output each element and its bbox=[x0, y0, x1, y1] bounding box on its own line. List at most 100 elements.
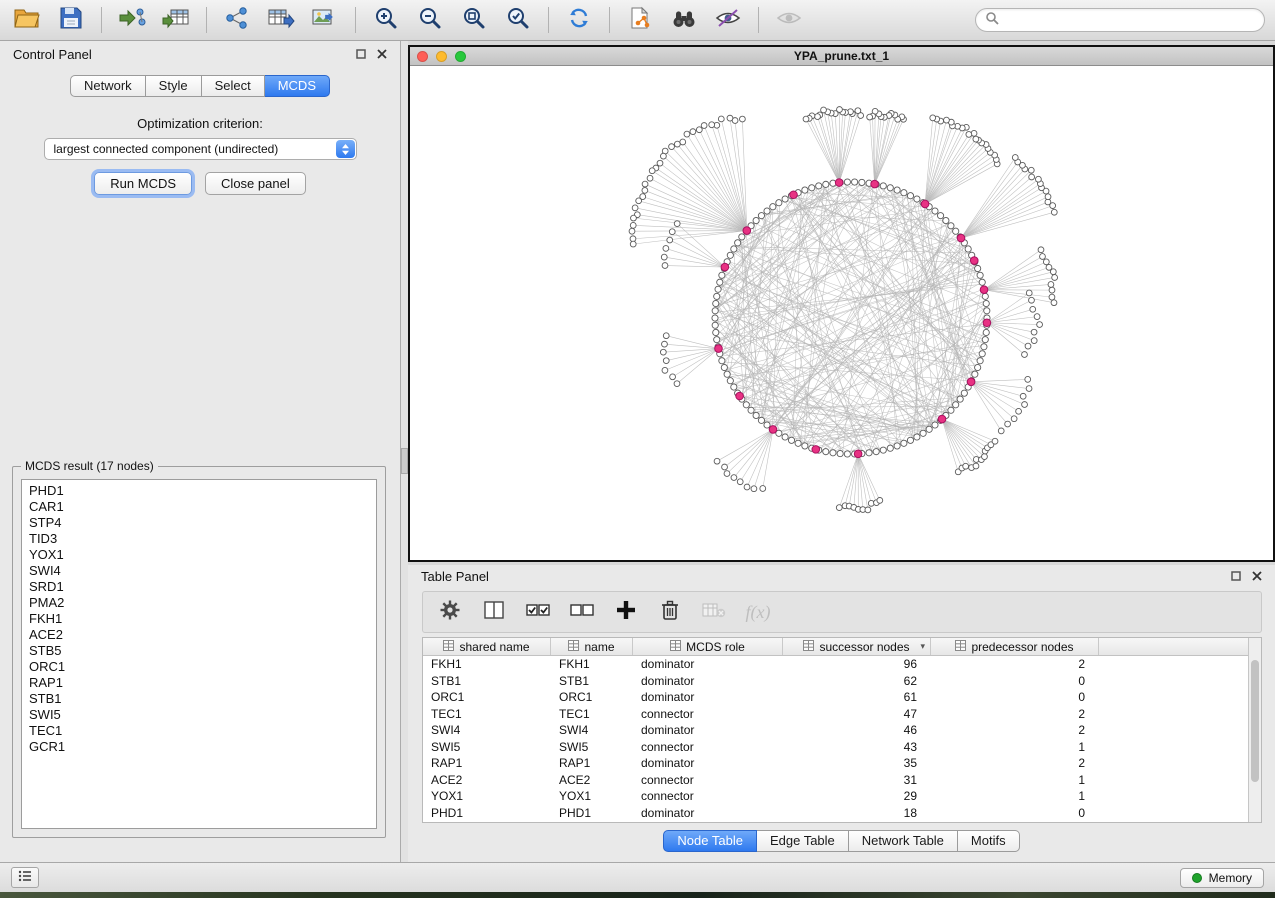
share-document-icon bbox=[628, 6, 652, 35]
table-row[interactable]: FKH1FKH1dominator962 bbox=[423, 656, 1261, 673]
criterion-dropdown[interactable]: largest connected component (undirected) bbox=[44, 138, 357, 160]
table-cell: ACE2 bbox=[423, 773, 551, 787]
save-session-button[interactable] bbox=[54, 4, 88, 36]
table-row[interactable]: YOX1YOX1connector291 bbox=[423, 788, 1261, 805]
search-input[interactable] bbox=[1005, 13, 1255, 27]
select-all-columns-button[interactable] bbox=[523, 597, 553, 627]
table-row[interactable]: RAP1RAP1dominator352 bbox=[423, 755, 1261, 772]
delete-column-button[interactable] bbox=[655, 597, 685, 627]
find-button[interactable] bbox=[667, 4, 701, 36]
mcds-result-item[interactable]: SWI5 bbox=[22, 707, 376, 723]
table-row[interactable]: SWI5SWI5connector431 bbox=[423, 739, 1261, 756]
table-cell: 1 bbox=[931, 773, 1099, 787]
mcds-result-item[interactable]: YOX1 bbox=[22, 547, 376, 563]
refresh-layout-button[interactable] bbox=[562, 4, 596, 36]
memory-button[interactable]: Memory bbox=[1180, 868, 1264, 888]
mcds-result-item[interactable]: SWI4 bbox=[22, 563, 376, 579]
tab-network[interactable]: Network bbox=[70, 75, 146, 97]
zoom-out-button[interactable] bbox=[413, 4, 447, 36]
import-network-button[interactable] bbox=[115, 4, 149, 36]
run-mcds-button[interactable]: Run MCDS bbox=[94, 172, 192, 195]
mcds-result-item[interactable]: CAR1 bbox=[22, 499, 376, 515]
close-panel-button[interactable]: Close panel bbox=[205, 172, 306, 195]
table-row[interactable]: TEC1TEC1connector472 bbox=[423, 706, 1261, 723]
table-cell: PHD1 bbox=[423, 806, 551, 820]
mcds-result-item[interactable]: STB1 bbox=[22, 691, 376, 707]
window-close-button[interactable] bbox=[417, 51, 428, 62]
float-panel-button[interactable] bbox=[356, 49, 366, 59]
column-menu-caret-icon[interactable]: ▾ bbox=[920, 641, 925, 652]
network-canvas[interactable] bbox=[410, 66, 1273, 558]
table-tab-network-table[interactable]: Network Table bbox=[849, 830, 958, 852]
function-builder-button[interactable]: f(x) bbox=[743, 597, 773, 627]
table-tab-edge-table[interactable]: Edge Table bbox=[757, 830, 849, 852]
network-window-titlebar[interactable]: YPA_prune.txt_1 bbox=[410, 47, 1273, 66]
node-table: shared namenameMCDS rolesuccessor nodes▾… bbox=[422, 637, 1262, 823]
mcds-result-item[interactable]: PMA2 bbox=[22, 595, 376, 611]
export-network-button[interactable] bbox=[220, 4, 254, 36]
unselect-all-columns-button[interactable] bbox=[567, 597, 597, 627]
mcds-result-item[interactable]: ORC1 bbox=[22, 659, 376, 675]
toggle-style-button[interactable] bbox=[711, 4, 745, 36]
mcds-result-title: MCDS result (17 nodes) bbox=[21, 459, 158, 473]
column-header-MCDS-role[interactable]: MCDS role bbox=[633, 638, 783, 655]
tab-mcds[interactable]: MCDS bbox=[265, 75, 330, 97]
table-cell: dominator bbox=[633, 806, 783, 820]
table-row[interactable]: STB1STB1dominator620 bbox=[423, 673, 1261, 690]
table-row[interactable]: SWI4SWI4dominator462 bbox=[423, 722, 1261, 739]
close-panel-icon-button[interactable] bbox=[377, 49, 387, 59]
window-minimize-button[interactable] bbox=[436, 51, 447, 62]
zoom-in-button[interactable] bbox=[369, 4, 403, 36]
column-header-shared-name[interactable]: shared name bbox=[423, 638, 551, 655]
toolbar-separator bbox=[101, 7, 102, 33]
show-columns-button[interactable] bbox=[479, 597, 509, 627]
zoom-fit-button[interactable] bbox=[457, 4, 491, 36]
column-header-successor-nodes[interactable]: successor nodes▾ bbox=[783, 638, 931, 655]
table-row[interactable]: ORC1ORC1dominator610 bbox=[423, 689, 1261, 706]
scrollbar-thumb[interactable] bbox=[1251, 660, 1259, 782]
mcds-result-item[interactable]: RAP1 bbox=[22, 675, 376, 691]
table-cell: 18 bbox=[783, 806, 931, 820]
mcds-result-item[interactable]: ACE2 bbox=[22, 627, 376, 643]
table-settings-button[interactable] bbox=[435, 597, 465, 627]
table-cell: connector bbox=[633, 707, 783, 721]
close-table-panel-button[interactable] bbox=[1252, 571, 1262, 581]
column-header-predecessor-nodes[interactable]: predecessor nodes bbox=[931, 638, 1099, 655]
table-tab-motifs[interactable]: Motifs bbox=[958, 830, 1020, 852]
mcds-result-item[interactable]: FKH1 bbox=[22, 611, 376, 627]
table-cell: 46 bbox=[783, 723, 931, 737]
table-cell: 0 bbox=[931, 690, 1099, 704]
float-table-panel-button[interactable] bbox=[1231, 571, 1241, 581]
share-document-button[interactable] bbox=[623, 4, 657, 36]
column-header-name[interactable]: name bbox=[551, 638, 633, 655]
table-tab-node-table[interactable]: Node Table bbox=[663, 830, 757, 852]
table-row[interactable]: ACE2ACE2connector311 bbox=[423, 772, 1261, 789]
table-row[interactable]: PHD1PHD1dominator180 bbox=[423, 805, 1261, 822]
mcds-result-item[interactable]: PHD1 bbox=[22, 483, 376, 499]
table-cell: FKH1 bbox=[423, 657, 551, 671]
eye-slash-icon bbox=[715, 6, 741, 35]
status-menu-button[interactable] bbox=[11, 867, 39, 888]
delete-table-button[interactable] bbox=[699, 597, 729, 627]
tab-style[interactable]: Style bbox=[146, 75, 202, 97]
window-zoom-button[interactable] bbox=[455, 51, 466, 62]
export-image-button[interactable] bbox=[308, 4, 342, 36]
open-session-button[interactable] bbox=[10, 4, 44, 36]
add-column-button[interactable] bbox=[611, 597, 641, 627]
splitter-handle[interactable] bbox=[401, 448, 408, 474]
mcds-result-item[interactable]: SRD1 bbox=[22, 579, 376, 595]
mcds-result-item[interactable]: TEC1 bbox=[22, 723, 376, 739]
mcds-result-list[interactable]: PHD1CAR1STP4TID3YOX1SWI4SRD1PMA2FKH1ACE2… bbox=[21, 479, 377, 829]
mcds-result-item[interactable]: STP4 bbox=[22, 515, 376, 531]
mcds-result-item[interactable]: STB5 bbox=[22, 643, 376, 659]
tab-select[interactable]: Select bbox=[202, 75, 265, 97]
mcds-result-item[interactable]: TID3 bbox=[22, 531, 376, 547]
preview-button[interactable] bbox=[772, 4, 806, 36]
table-scrollbar[interactable] bbox=[1248, 638, 1261, 822]
mcds-result-item[interactable]: GCR1 bbox=[22, 739, 376, 755]
table-cell: 0 bbox=[931, 674, 1099, 688]
table-cell: ORC1 bbox=[423, 690, 551, 704]
import-table-button[interactable] bbox=[159, 4, 193, 36]
export-table-button[interactable] bbox=[264, 4, 298, 36]
zoom-selected-button[interactable] bbox=[501, 4, 535, 36]
